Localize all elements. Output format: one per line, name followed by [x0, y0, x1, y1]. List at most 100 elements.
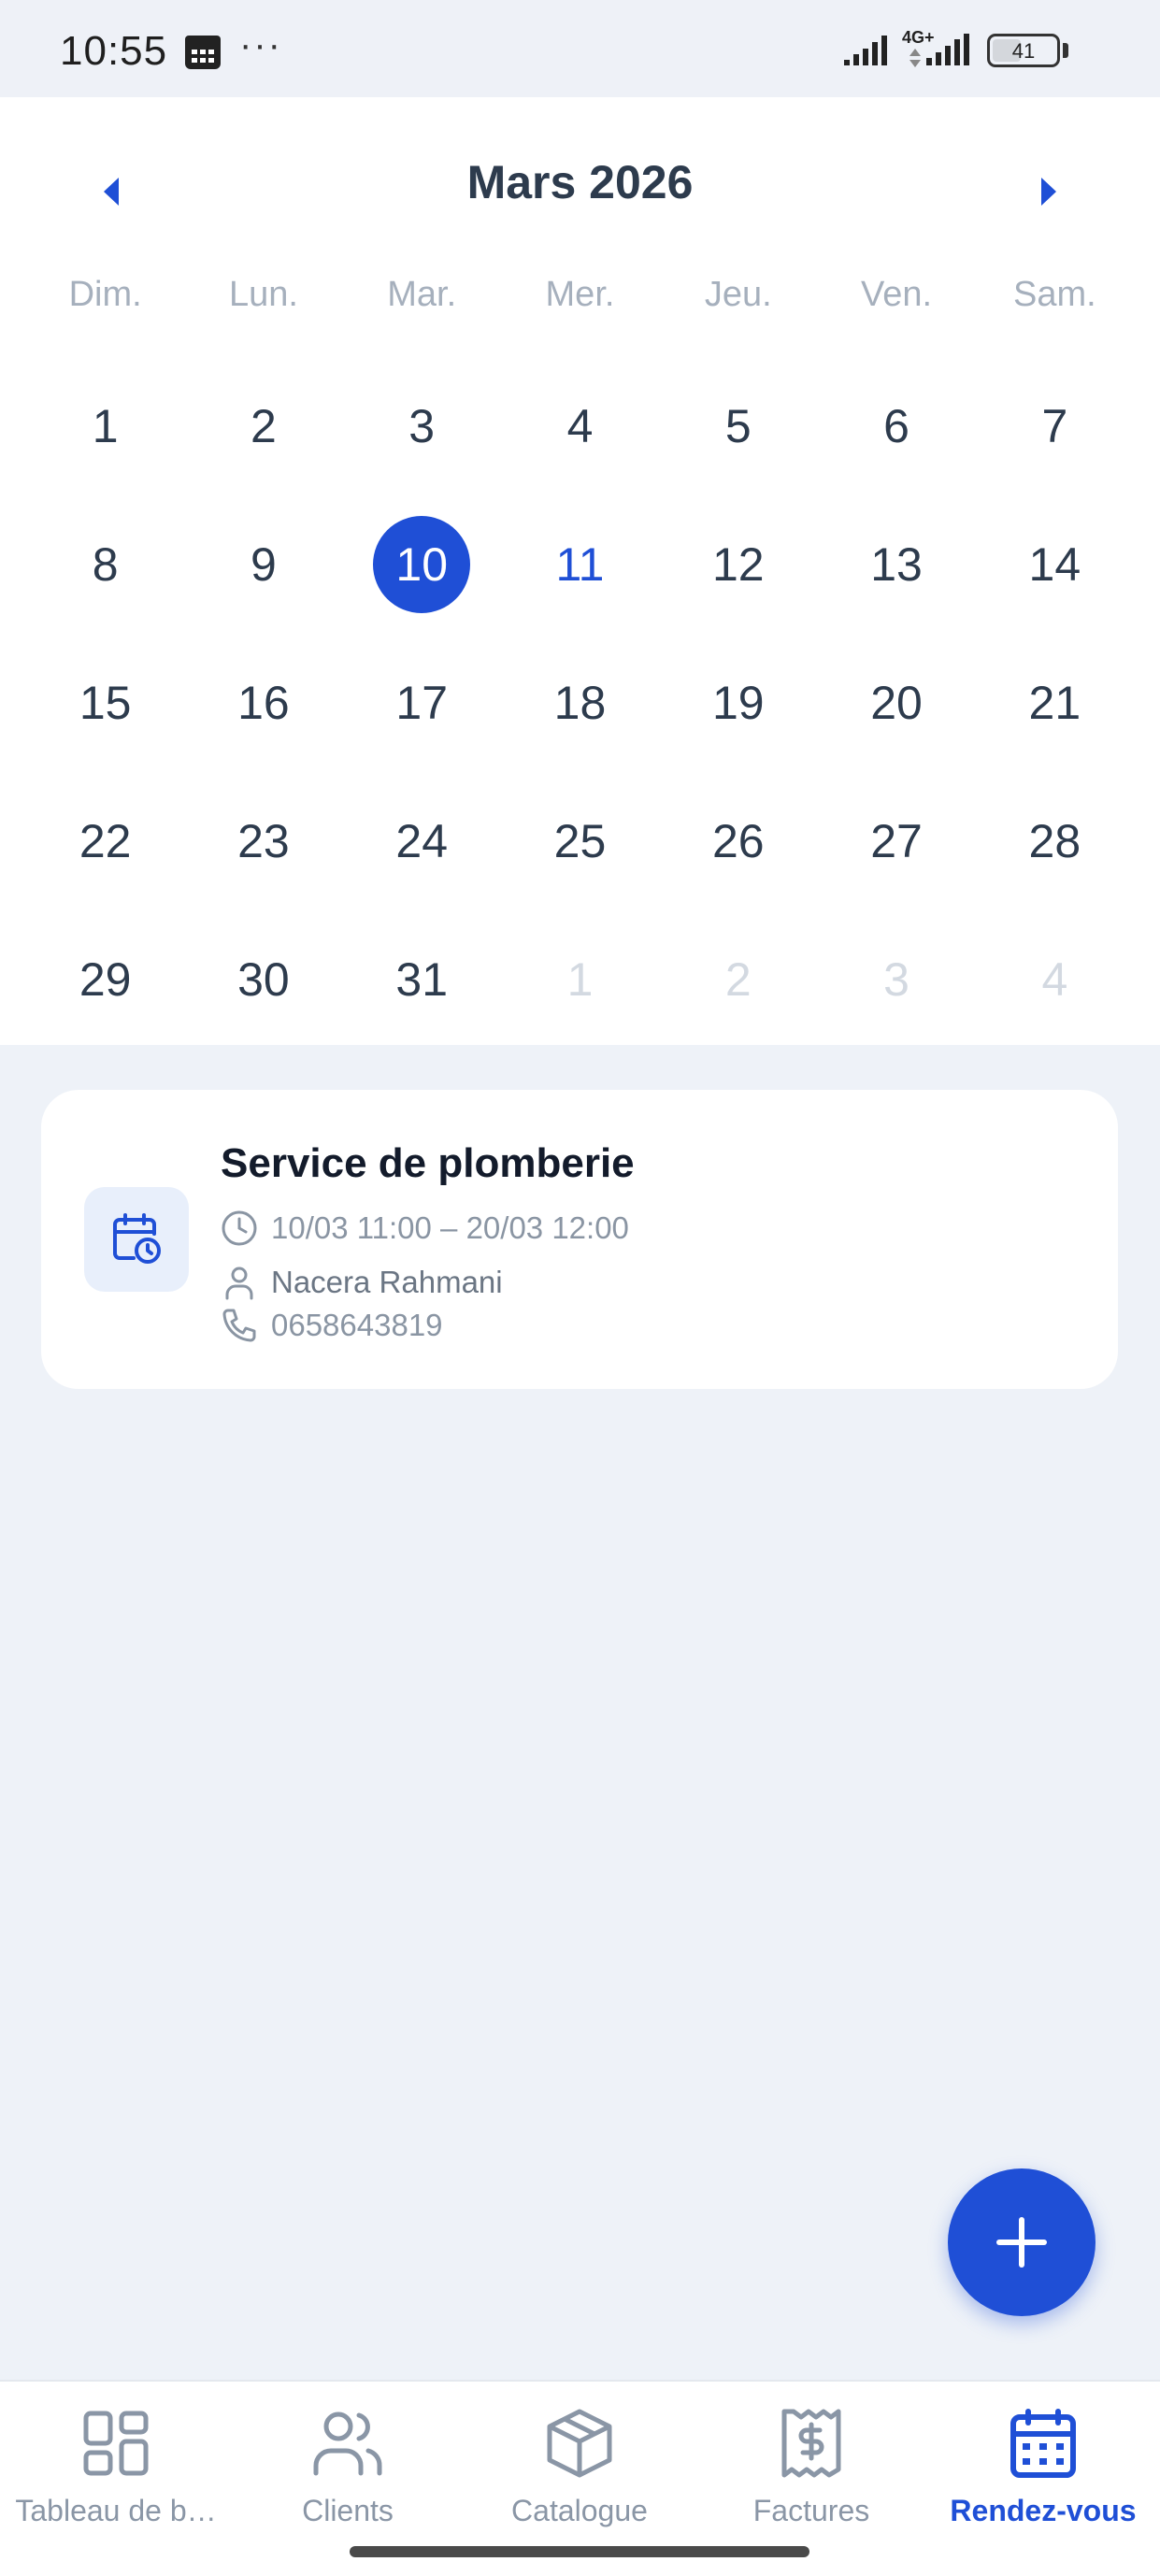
day-cell[interactable]: 1	[501, 931, 659, 1069]
day-number: 22	[79, 815, 132, 867]
weekday-label: Mar.	[387, 275, 457, 314]
day-cell[interactable]: 17	[343, 654, 501, 793]
dashboard-grid-icon	[83, 2411, 149, 2476]
day-cell[interactable]: 7	[976, 378, 1134, 516]
day-cell[interactable]: 28	[976, 793, 1134, 931]
day-cell[interactable]: 23	[184, 793, 342, 931]
nav-label: Catalogue	[511, 2494, 648, 2527]
users-icon	[313, 2411, 382, 2476]
nav-item-appointments[interactable]: Rendez-vous	[927, 2400, 1159, 2540]
day-cell[interactable]: 29	[26, 931, 184, 1069]
day-number: 20	[870, 677, 923, 729]
appointment-title: Service de plomberie	[221, 1140, 635, 1186]
appointment-icon-box	[84, 1187, 189, 1292]
day-number: 11	[555, 538, 605, 591]
day-cell[interactable]: 27	[817, 793, 975, 931]
person-icon	[225, 1267, 253, 1300]
day-number: 4	[566, 400, 594, 452]
day-cell[interactable]: 26	[659, 793, 817, 931]
day-number: 17	[395, 677, 449, 729]
day-cell[interactable]: 31	[343, 931, 501, 1069]
day-cell[interactable]: 24	[343, 793, 501, 931]
nav-label: Clients	[302, 2494, 394, 2527]
day-number: 23	[237, 815, 290, 867]
day-number: 19	[711, 677, 765, 729]
day-cell[interactable]: 9	[184, 516, 342, 654]
day-number: 13	[870, 538, 923, 591]
day-cell[interactable]: 4	[501, 378, 659, 516]
nav-item-invoices[interactable]: Factures	[695, 2400, 927, 2540]
appointment-card[interactable]: Service de plomberie 10/03 11:00 – 20/03…	[41, 1090, 1118, 1389]
nav-item-dashboard[interactable]: Tableau de b…	[0, 2400, 232, 2540]
day-cell[interactable]: 20	[817, 654, 975, 793]
day-number: 14	[1028, 538, 1081, 591]
weekday-label: Mer.	[545, 275, 615, 314]
day-number: 2	[724, 953, 752, 1006]
nav-label: Rendez-vous	[950, 2494, 1137, 2527]
day-cell[interactable]: 2	[184, 378, 342, 516]
month-title: Mars 2026	[466, 156, 694, 208]
day-number: 5	[724, 400, 752, 452]
plus-icon	[996, 2217, 1047, 2268]
day-number: 16	[237, 677, 290, 729]
day-cell[interactable]: 18	[501, 654, 659, 793]
day-cell-today[interactable]: 11	[501, 516, 659, 654]
day-cell[interactable]: 15	[26, 654, 184, 793]
weekday-label: Dim.	[68, 275, 142, 314]
appointment-phone-number: 0658643819	[271, 1308, 443, 1342]
nav-label: Tableau de b…	[15, 2494, 217, 2527]
day-number: 30	[237, 953, 290, 1006]
battery-icon: 41	[987, 34, 1060, 67]
appointment-client: Nacera Rahmani	[221, 1262, 503, 1303]
home-indicator[interactable]	[350, 2546, 809, 2557]
day-number: 25	[553, 815, 607, 867]
day-cell[interactable]: 13	[817, 516, 975, 654]
weekday-label: Jeu.	[704, 275, 772, 314]
day-cell[interactable]: 25	[501, 793, 659, 931]
day-cell[interactable]: 21	[976, 654, 1134, 793]
phone-icon	[222, 1309, 256, 1342]
day-cell[interactable]: 5	[659, 378, 817, 516]
day-cell[interactable]: 1	[26, 378, 184, 516]
day-cell[interactable]: 3	[817, 931, 975, 1069]
day-cell[interactable]: 6	[817, 378, 975, 516]
calendar-notification-icon	[185, 36, 221, 69]
calendar-icon	[1010, 2409, 1076, 2478]
days-grid: 1 2 3 4 5 6 7 8 9 10 11 12 13 14 15 16 17 18 19 20 21 22 23 24 2…	[0, 378, 1160, 1069]
day-number: 6	[883, 400, 909, 452]
day-number: 9	[251, 538, 277, 591]
day-number: 1	[566, 953, 594, 1006]
status-time: 10:55	[60, 28, 168, 74]
day-cell[interactable]: 4	[976, 931, 1134, 1069]
day-number: 7	[1041, 400, 1068, 452]
day-cell[interactable]: 22	[26, 793, 184, 931]
day-cell[interactable]: 14	[976, 516, 1134, 654]
nav-item-clients[interactable]: Clients	[232, 2400, 464, 2540]
day-number: 2	[251, 400, 277, 452]
receipt-dollar-icon	[781, 2409, 841, 2478]
day-cell[interactable]: 2	[659, 931, 817, 1069]
day-cell-selected[interactable]: 10	[343, 516, 501, 654]
weekday-label: Sam.	[1013, 275, 1096, 314]
day-number: 3	[883, 953, 909, 1006]
day-cell[interactable]: 12	[659, 516, 817, 654]
day-number: 10	[373, 516, 471, 613]
day-number: 4	[1041, 953, 1068, 1006]
box-icon	[547, 2409, 612, 2478]
status-bar: 10:55 ··· 4G+ 41	[0, 0, 1160, 97]
nav-item-catalogue[interactable]: Catalogue	[464, 2400, 695, 2540]
more-notifications-icon: ···	[239, 24, 282, 65]
day-cell[interactable]: 8	[26, 516, 184, 654]
appointment-time: 10/03 11:00 – 20/03 12:00	[221, 1208, 629, 1249]
calendar-clock-icon	[113, 1213, 161, 1264]
day-cell[interactable]: 16	[184, 654, 342, 793]
next-month-button[interactable]	[1016, 159, 1081, 224]
day-number: 28	[1028, 815, 1081, 867]
weekday-label: Lun.	[228, 275, 298, 314]
day-cell[interactable]: 30	[184, 931, 342, 1069]
day-cell[interactable]: 19	[659, 654, 817, 793]
add-appointment-button[interactable]	[948, 2168, 1096, 2316]
day-cell[interactable]: 3	[343, 378, 501, 516]
chevron-right-icon	[1041, 178, 1056, 206]
day-number: 24	[395, 815, 449, 867]
